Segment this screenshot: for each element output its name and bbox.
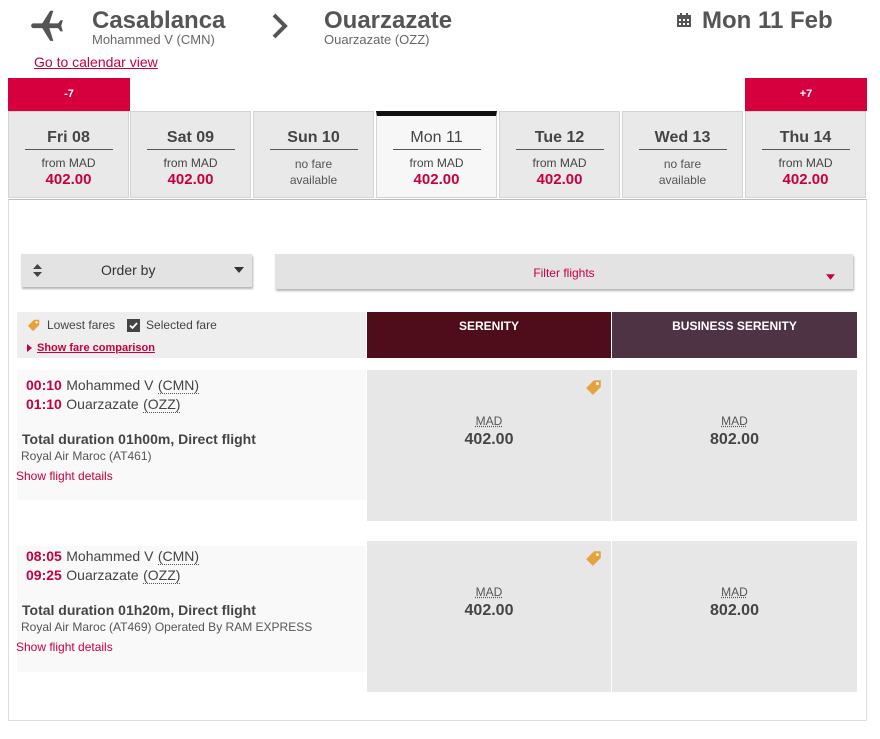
airplane-icon	[31, 10, 63, 41]
lowest-fare-tag-icon	[27, 319, 40, 332]
day-name: Wed 13	[638, 129, 727, 150]
next-week-button[interactable]: +7	[745, 78, 867, 111]
selected-fare-label: Selected fare	[146, 318, 217, 332]
destination-airport: Ouarzazate (OZZ)	[324, 32, 430, 47]
day-name: Sun 10	[269, 129, 358, 150]
flight-airline: Royal Air Maroc (AT469) Operated By RAM …	[21, 620, 313, 634]
departure-line: 08:05 Mohammed V (CMN)	[26, 548, 200, 566]
day-tab-tue-12[interactable]: Tue 12 from MAD 402.00	[499, 111, 620, 198]
day-price: 402.00	[413, 171, 460, 188]
origin-airport: Mohammed V (CMN)	[92, 32, 215, 47]
departure-airport: Mohammed V	[66, 377, 154, 393]
departure-line: 00:10 Mohammed V (CMN)	[26, 377, 200, 395]
day-tabs: Fri 08 from MAD 402.00 Sat 09 from MAD 4…	[8, 111, 867, 200]
day-price: 402.00	[782, 171, 829, 188]
flight-airline: Royal Air Maroc (AT461)	[21, 449, 152, 463]
departure-time: 00:10	[26, 377, 62, 393]
arrival-airport: Ouarzazate	[66, 396, 139, 412]
day-from-label: from MAD	[163, 156, 218, 170]
chevron-right-small-icon	[27, 344, 32, 352]
day-price: 402.00	[45, 171, 92, 188]
flight-duration: Total duration 01h20m, Direct flight	[22, 602, 256, 618]
caret-down-icon	[826, 274, 835, 280]
prev-week-button[interactable]: -7	[8, 78, 130, 111]
checkbox-checked-icon	[127, 318, 141, 332]
arrival-line: 09:25 Ouarzazate (OZZ)	[26, 567, 181, 585]
day-name: Thu 14	[761, 129, 850, 150]
day-tab-fri-08[interactable]: Fri 08 from MAD 402.00	[8, 111, 129, 198]
fare-currency: MAD	[721, 585, 748, 599]
show-fare-comparison-link[interactable]: Show fare comparison	[37, 342, 155, 354]
arrival-time: 09:25	[26, 567, 62, 583]
legend-row: Lowest fares Selected fare	[27, 318, 217, 332]
fare-currency: MAD	[721, 414, 748, 428]
fare-amount: 802.00	[710, 431, 759, 448]
origin-city: Casablanca	[92, 7, 226, 34]
selected-date: Mon 11 Feb	[702, 7, 833, 34]
arrival-code: (OZZ)	[143, 396, 181, 413]
destination-city: Ouarzazate	[324, 7, 453, 34]
calendar-view-link[interactable]: Go to calendar view	[34, 54, 158, 70]
day-tab-thu-14[interactable]: Thu 14 from MAD 402.00	[745, 111, 866, 198]
fare-amount: 402.00	[464, 602, 514, 619]
day-from-label: from MAD	[778, 156, 833, 170]
arrival-code: (OZZ)	[143, 567, 181, 584]
show-flight-details-link[interactable]: Show flight details	[16, 469, 113, 483]
show-flight-details-link[interactable]: Show flight details	[16, 640, 113, 654]
day-tab-mon-11[interactable]: Mon 11 from MAD 402.00	[376, 111, 497, 198]
day-tab-sat-09[interactable]: Sat 09 from MAD 402.00	[130, 111, 251, 198]
day-price: 402.00	[536, 171, 583, 188]
arrival-line: 01:10 Ouarzazate (OZZ)	[26, 396, 181, 414]
arrival-time: 01:10	[26, 396, 62, 412]
order-by-dropdown[interactable]: Order by	[21, 254, 252, 287]
day-from-label: from MAD	[409, 156, 464, 170]
lowest-fare-tag-icon	[586, 380, 601, 395]
arrival-airport: Ouarzazate	[66, 567, 139, 583]
chevron-right-icon	[272, 13, 288, 39]
no-fare-line2: available	[289, 173, 338, 187]
day-tab-sun-10[interactable]: Sun 10 no fare available	[253, 111, 374, 198]
sort-icon	[33, 264, 42, 277]
day-from-label: from MAD	[532, 156, 587, 170]
flight-row-2: 08:05 Mohammed V (CMN) 09:25 Ouarzazate …	[16, 546, 366, 672]
departure-code: (CMN)	[157, 548, 200, 565]
no-fare-label: no fare available	[623, 156, 742, 188]
fare-amount: 802.00	[710, 602, 759, 619]
day-name: Fri 08	[24, 129, 113, 150]
day-price: 402.00	[167, 171, 214, 188]
day-from-label: from MAD	[41, 156, 96, 170]
no-fare-line1: no fare	[663, 157, 702, 171]
day-name: Tue 12	[515, 129, 604, 150]
day-name: Sat 09	[146, 129, 235, 150]
lowest-fares-label: Lowest fares	[47, 318, 116, 332]
day-tab-wed-13[interactable]: Wed 13 no fare available	[622, 111, 743, 198]
order-by-label: Order by	[101, 262, 156, 278]
cabin-header-serenity: SERENITY	[367, 312, 611, 358]
cabin-header-business-serenity: BUSINESS SERENITY	[612, 312, 857, 358]
fare-cell-serenity[interactable]: MAD 402.00	[367, 370, 611, 521]
filter-flights-label: Filter flights	[533, 266, 595, 280]
filter-flights-button[interactable]: Filter flights	[275, 254, 853, 289]
fare-cell-business-serenity[interactable]: MAD 802.00	[612, 370, 857, 521]
no-fare-line1: no fare	[294, 157, 333, 171]
flight-duration: Total duration 01h00m, Direct flight	[22, 431, 256, 447]
departure-code: (CMN)	[157, 377, 200, 394]
departure-time: 08:05	[26, 548, 62, 564]
fare-cell-serenity[interactable]: MAD 402.00	[367, 541, 611, 692]
flight-row-1: 00:10 Mohammed V (CMN) 01:10 Ouarzazate …	[16, 370, 366, 500]
no-fare-label: no fare available	[254, 156, 373, 188]
day-name: Mon 11	[392, 129, 481, 150]
fare-amount: 402.00	[464, 431, 514, 448]
fare-currency: MAD	[475, 414, 503, 428]
fare-currency: MAD	[475, 585, 503, 599]
caret-down-icon	[234, 267, 244, 273]
fare-cell-business-serenity[interactable]: MAD 802.00	[612, 541, 857, 692]
no-fare-line2: available	[658, 173, 707, 187]
departure-airport: Mohammed V	[66, 548, 154, 564]
calendar-icon	[677, 13, 691, 27]
lowest-fare-tag-icon	[586, 551, 601, 566]
